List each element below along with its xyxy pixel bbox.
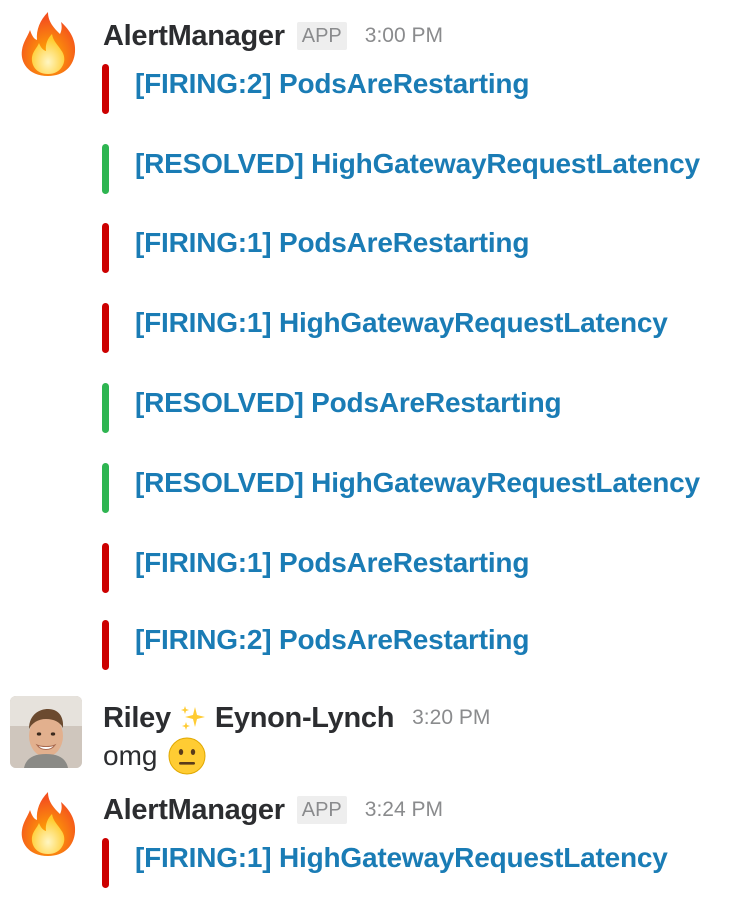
attachment-title-link[interactable]: [RESOLVED] HighGatewayRequestLatency — [135, 148, 700, 180]
author-first-name[interactable]: Riley — [103, 702, 171, 735]
message-alertmanager-1: AlertManager APP 3:00 PM [FIRING:2] Pods… — [0, 0, 748, 680]
status-bar — [102, 620, 109, 670]
app-badge: APP — [296, 796, 347, 824]
avatar-photo[interactable] — [10, 696, 82, 768]
status-bar — [102, 223, 109, 273]
status-bar — [102, 543, 109, 593]
timestamp[interactable]: 3:20 PM — [412, 706, 490, 730]
message-header: Riley Eynon-Lynch 3:20 PM — [103, 698, 490, 738]
attachment-title-link[interactable]: [FIRING:2] PodsAreRestarting — [135, 624, 529, 656]
attachment-title-link[interactable]: [FIRING:1] HighGatewayRequestLatency — [135, 842, 668, 874]
message-body: omg — [103, 740, 158, 771]
attachment-title-link[interactable]: [FIRING:1] HighGatewayRequestLatency — [135, 307, 668, 339]
status-bar — [102, 64, 109, 114]
author-name[interactable]: AlertManager — [103, 794, 285, 827]
status-bar — [102, 383, 109, 433]
message-alertmanager-2: AlertManager APP 3:24 PM [FIRING:1] High… — [0, 782, 748, 898]
timestamp[interactable]: 3:24 PM — [365, 798, 443, 822]
message-header: AlertManager APP 3:00 PM — [103, 16, 443, 56]
attachment-title-link[interactable]: [FIRING:1] PodsAreRestarting — [135, 547, 529, 579]
message-riley: Riley Eynon-Lynch 3:20 PM omg — [0, 690, 748, 780]
author-last-name[interactable]: Eynon-Lynch — [215, 702, 395, 735]
author-name[interactable]: AlertManager — [103, 20, 285, 53]
message-text: omg — [103, 736, 207, 776]
status-bar — [102, 838, 109, 888]
status-bar — [102, 144, 109, 194]
sparkles-icon — [180, 706, 205, 730]
message-header: AlertManager APP 3:24 PM — [103, 790, 443, 830]
attachment-title-link[interactable]: [FIRING:2] PodsAreRestarting — [135, 68, 529, 100]
status-bar — [102, 303, 109, 353]
app-badge: APP — [296, 22, 347, 50]
status-bar — [102, 463, 109, 513]
avatar-fire-icon[interactable] — [12, 788, 84, 860]
neutral-face-icon — [168, 737, 206, 775]
timestamp[interactable]: 3:00 PM — [365, 24, 443, 48]
attachment-title-link[interactable]: [RESOLVED] PodsAreRestarting — [135, 387, 562, 419]
attachment-title-link[interactable]: [FIRING:1] PodsAreRestarting — [135, 227, 529, 259]
attachment-title-link[interactable]: [RESOLVED] HighGatewayRequestLatency — [135, 467, 700, 499]
avatar-fire-icon[interactable] — [12, 8, 84, 80]
